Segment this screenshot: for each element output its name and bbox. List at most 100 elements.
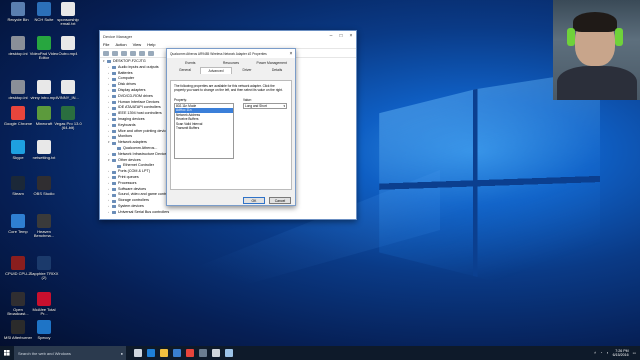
device-category-icon (107, 60, 111, 64)
store-icon[interactable] (173, 349, 181, 357)
system-tray: ˄ ◔ ◖ 7:26 PM 6/15/2016 ▭ (594, 349, 640, 358)
desktop-icon[interactable]: OBS Studio (29, 176, 59, 196)
device-manager-titlebar[interactable]: Device Manager – □ × (100, 31, 356, 41)
windows-logo-icon (4, 350, 10, 356)
tab-power-management[interactable]: Power Management (251, 60, 292, 67)
device-category-icon (112, 141, 116, 145)
expand-toggle-icon[interactable]: ▾ (108, 140, 111, 146)
desktop-icon-label: netsetting.txt (32, 155, 56, 160)
tab-driver[interactable]: Driver (232, 67, 262, 74)
desktop-icon[interactable]: Sapphire TRIXX (2) (29, 256, 59, 281)
task-view-icon[interactable] (134, 349, 142, 357)
adapter-properties-dialog[interactable]: Qualcomm Atheros AR9485 Wireless Network… (166, 48, 296, 206)
dialog-titlebar[interactable]: Qualcomm Atheros AR9485 Wireless Network… (167, 49, 295, 58)
dialog-title: Qualcomm Atheros AR9485 Wireless Network… (170, 51, 267, 56)
device-category-icon (112, 66, 116, 70)
device-category-icon (117, 147, 121, 151)
tab-general[interactable]: General (170, 67, 200, 74)
help-icon[interactable] (130, 50, 136, 56)
window-title: Device Manager (103, 33, 133, 39)
network-icon[interactable]: ◔ (600, 351, 602, 355)
scan-hardware-icon[interactable] (139, 50, 145, 56)
obs-icon (37, 176, 51, 190)
tab-details[interactable]: Details (262, 67, 292, 74)
device-category-icon (112, 124, 116, 128)
device-category-icon (112, 95, 116, 99)
volume-icon[interactable]: ◖ (606, 351, 608, 355)
start-button[interactable] (0, 346, 14, 360)
dialog-close-button[interactable]: × (287, 51, 295, 57)
edge-icon[interactable] (147, 349, 155, 357)
menu-help[interactable]: Help (147, 42, 155, 47)
speccy-icon (37, 320, 51, 334)
desktop-icon[interactable]: Heaven Benchma... (29, 214, 59, 239)
sapphire-trixx-icon (37, 256, 51, 270)
device-category-icon (112, 187, 116, 191)
microphone-icon[interactable]: ● (121, 351, 123, 356)
webcam-shirt (557, 66, 637, 100)
device-category-icon (112, 71, 116, 75)
device-category-icon (112, 205, 116, 209)
desktop-icon-label: Outro.mp4 (58, 51, 78, 56)
close-button[interactable]: × (346, 33, 356, 39)
device-category-icon (112, 158, 116, 162)
expand-toggle-icon[interactable]: › (108, 210, 111, 216)
menu-action[interactable]: Action (115, 42, 126, 47)
steam-icon (11, 176, 25, 190)
ini-file-icon (11, 36, 25, 50)
device-category-icon (112, 77, 116, 81)
text-file-icon (37, 140, 51, 154)
ok-button[interactable]: OK (243, 197, 265, 204)
tab-resources[interactable]: Resources (211, 60, 252, 67)
minecraft-icon (37, 106, 51, 120)
menu-view[interactable]: View (133, 42, 142, 47)
desktop-icon[interactable]: Outro.mp4 (53, 36, 83, 56)
properties-icon[interactable] (121, 50, 127, 56)
file-explorer-icon[interactable] (160, 349, 168, 357)
property-item[interactable]: Transmit Buffers (175, 126, 233, 130)
desktop-icon[interactable]: sponsorship email.txt (53, 2, 83, 27)
video-file-icon (61, 80, 75, 94)
forward-icon[interactable] (112, 50, 118, 56)
search-box[interactable]: Search the web and Windows ● (14, 346, 126, 360)
chrome-icon[interactable] (186, 349, 194, 357)
monitor-icon[interactable] (148, 50, 154, 56)
steam-icon[interactable] (199, 349, 207, 357)
maximize-button[interactable]: □ (336, 33, 346, 39)
minimize-button[interactable]: – (326, 33, 336, 39)
cpu-z-icon (11, 256, 25, 270)
desktop-icon[interactable]: Vegas Pro 13.0 (64-bit) (53, 106, 83, 131)
text-file-icon (61, 2, 75, 16)
desktop-icon[interactable]: netsetting.txt (29, 140, 59, 160)
expand-toggle-icon[interactable]: ▾ (103, 59, 106, 65)
desktop-icon[interactable]: Speccy (29, 320, 59, 340)
value-dropdown[interactable]: Long and Short ▾ (243, 103, 287, 109)
value-label: Value: (243, 98, 252, 102)
cancel-button[interactable]: Cancel (269, 197, 291, 204)
desktop-icon[interactable]: VINNY_IN... (53, 80, 83, 100)
tab-events[interactable]: Events (170, 60, 211, 67)
device-category-icon (112, 112, 116, 116)
property-list[interactable]: 802.11n Mode AdHoc 11n Network Address Rece… (174, 103, 234, 159)
notifications-icon[interactable]: ▭ (633, 351, 636, 355)
expand-toggle-icon[interactable]: ▾ (108, 158, 111, 164)
clock[interactable]: 7:26 PM 6/15/2016 (613, 349, 629, 358)
tree-node-label: Universal Serial Bus controllers (118, 209, 170, 214)
desktop-icon-label: Speccy (37, 335, 51, 340)
tab-advanced[interactable]: Advanced (200, 67, 232, 74)
device-category-icon (112, 153, 116, 157)
device-category-icon (112, 118, 116, 122)
dialog-tabs: Events Resources Power Management Genera… (170, 60, 292, 80)
desktop-icon-label: Vegas Pro 13.0 (64-bit) (54, 121, 82, 131)
menu-file[interactable]: File (103, 42, 109, 47)
tree-node[interactable]: › Universal Serial Bus controllers (103, 210, 353, 216)
media-icon[interactable] (212, 349, 220, 357)
tray-arrow-icon[interactable]: ˄ (594, 351, 596, 355)
open-broadcaster-icon (11, 292, 25, 306)
device-manager-icon[interactable] (225, 349, 233, 357)
device-category-icon (112, 211, 116, 215)
device-category-icon (117, 164, 121, 168)
back-icon[interactable] (103, 50, 109, 56)
desktop-icon[interactable]: McAfee Total Pr... (29, 292, 59, 317)
device-category-icon (112, 170, 116, 174)
